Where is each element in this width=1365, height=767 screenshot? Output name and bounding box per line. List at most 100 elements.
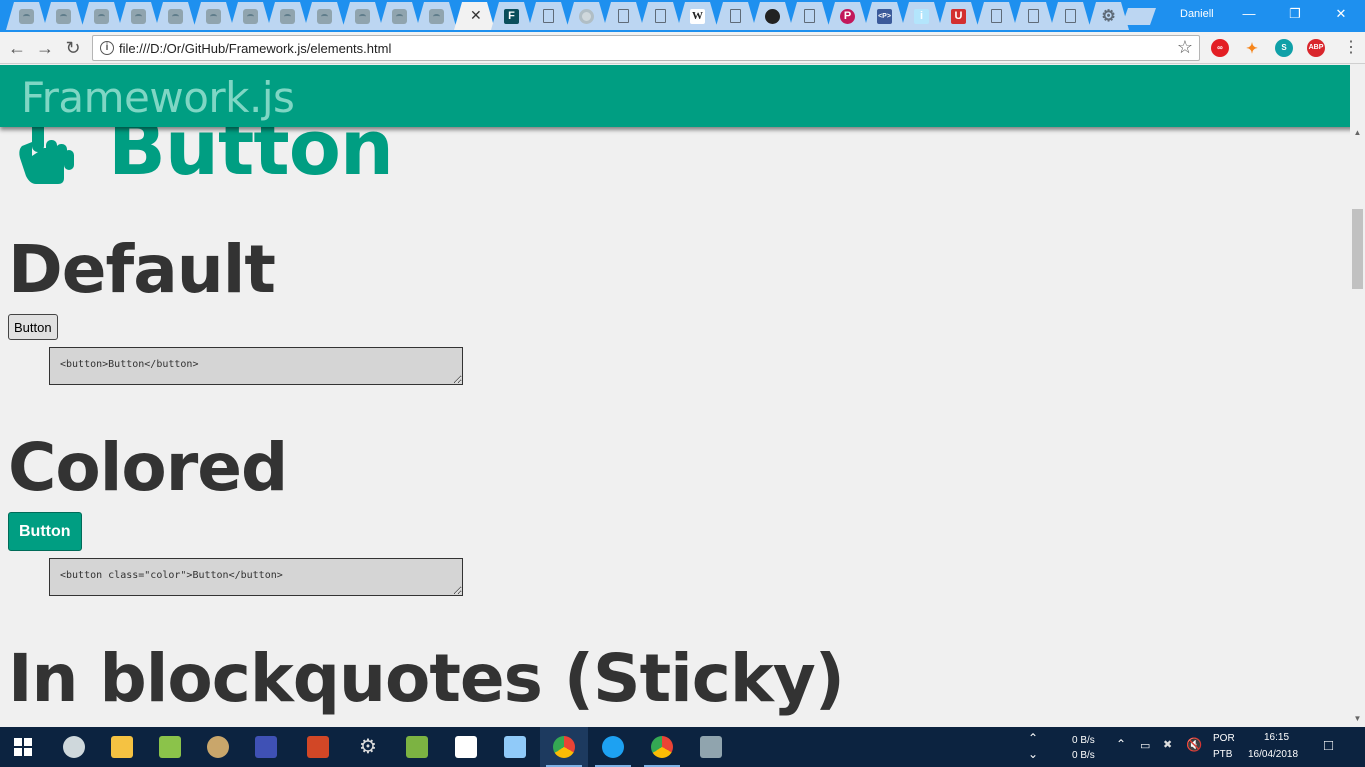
screen: ✕ F W P <P> i U ⚙ Daniell — ❐ ✕ ← → ↻ i file://…: [0, 0, 1365, 767]
page-info-icon[interactable]: i: [100, 41, 114, 55]
github-icon: [765, 9, 780, 24]
restore-button[interactable]: ❐: [1280, 4, 1310, 24]
new-tab-button[interactable]: [1122, 8, 1156, 25]
language-secondary[interactable]: PTB: [1213, 749, 1232, 760]
taskbar-twitter-icon[interactable]: [589, 727, 637, 767]
browser-tab[interactable]: ✕: [454, 2, 495, 30]
taskbar-tool-icon[interactable]: [393, 727, 441, 767]
browser-tab[interactable]: [976, 2, 1017, 30]
app-bar: Framework.js: [0, 65, 1350, 127]
net-speed-down: 0 B/s: [1072, 750, 1095, 761]
taskbar-steam-icon[interactable]: [50, 727, 98, 767]
clock-date[interactable]: 16/04/2018: [1248, 749, 1298, 760]
scrollbar-thumb[interactable]: [1352, 209, 1363, 289]
browser-tab[interactable]: [230, 2, 271, 30]
profile-name[interactable]: Daniell: [1180, 8, 1214, 20]
browser-tab[interactable]: F: [491, 2, 532, 30]
browser-tab[interactable]: [566, 2, 607, 30]
sad-folder-icon: [280, 9, 295, 24]
address-url[interactable]: file:///D:/Or/GitHub/Framework.js/elemen…: [119, 41, 391, 56]
gear-icon: ⚙: [1101, 8, 1116, 25]
browser-tab[interactable]: [1013, 2, 1054, 30]
taskbar-chrome-2-icon[interactable]: [638, 727, 686, 767]
sad-folder-icon: [392, 9, 407, 24]
browser-tab[interactable]: [416, 2, 457, 30]
menu-dots-icon[interactable]: ⋮: [1343, 38, 1359, 58]
browser-tab[interactable]: [43, 2, 84, 30]
reload-icon[interactable]: ↻: [62, 37, 84, 59]
framework-icon: F: [504, 9, 519, 24]
browser-tab[interactable]: [528, 2, 569, 30]
document-icon: [1028, 9, 1039, 23]
wifi-off-icon[interactable]: ✖: [1163, 738, 1172, 751]
scroll-down-arrow-icon[interactable]: ▼: [1353, 714, 1362, 723]
picsart-icon: P: [840, 9, 855, 24]
windows-start-icon[interactable]: [14, 738, 32, 756]
tray-chevron-up-icon[interactable]: ⌃: [1116, 737, 1126, 751]
tray-expand-icon[interactable]: ⌃: [1028, 731, 1038, 745]
tray-collapse-icon[interactable]: ⌄: [1028, 747, 1038, 761]
notifications-icon[interactable]: □: [1324, 737, 1333, 754]
browser-tab[interactable]: [752, 2, 793, 30]
taskbar-powerpoint-icon[interactable]: [294, 727, 342, 767]
taskbar-chrome-icon[interactable]: [540, 727, 588, 767]
ext-teal-icon[interactable]: S: [1275, 39, 1293, 57]
browser-tab[interactable]: [304, 2, 345, 30]
browser-tab[interactable]: i: [901, 2, 942, 30]
browser-tab[interactable]: ⚙: [1088, 2, 1129, 30]
bookmark-star-icon[interactable]: ☆: [1177, 37, 1193, 58]
volume-muted-icon[interactable]: 🔇: [1186, 737, 1202, 753]
browser-tab[interactable]: [342, 2, 383, 30]
browser-tab[interactable]: W: [677, 2, 718, 30]
browser-tab[interactable]: P: [827, 2, 868, 30]
browser-tab[interactable]: <P>: [864, 2, 905, 30]
language-primary[interactable]: POR: [1213, 733, 1235, 744]
document-icon: [543, 9, 554, 23]
browser-tab[interactable]: [193, 2, 234, 30]
browser-tab[interactable]: [267, 2, 308, 30]
taskbar-video-icon[interactable]: [242, 727, 290, 767]
browser-tab[interactable]: [81, 2, 122, 30]
adblock-plus-icon[interactable]: ABP: [1307, 39, 1325, 57]
address-bar[interactable]: i file:///D:/Or/GitHub/Framework.js/elem…: [92, 35, 1200, 61]
taskbar-sticky-notes-icon[interactable]: [442, 727, 490, 767]
browser-tab[interactable]: [640, 2, 681, 30]
minimize-button[interactable]: —: [1234, 4, 1264, 24]
taskbar-network-icon[interactable]: [687, 727, 735, 767]
browser-tab[interactable]: [789, 2, 830, 30]
taskbar-app-icon[interactable]: [491, 727, 539, 767]
browser-tab[interactable]: [1050, 2, 1091, 30]
window-close-button[interactable]: ✕: [1326, 4, 1356, 24]
taskbar-settings-gear-icon[interactable]: ⚙: [344, 727, 392, 767]
taskbar-notepad-icon[interactable]: [146, 727, 194, 767]
section-title-colored: Colored: [8, 429, 288, 506]
default-button[interactable]: Button: [8, 314, 58, 340]
browser-tab[interactable]: [715, 2, 756, 30]
vertical-scrollbar[interactable]: ▲ ▼: [1350, 128, 1365, 727]
forward-arrow-icon[interactable]: →: [34, 37, 56, 59]
sad-folder-icon: [19, 9, 34, 24]
close-icon[interactable]: ✕: [470, 7, 482, 24]
brand-title[interactable]: Framework.js: [21, 73, 295, 122]
code-sample-default[interactable]: <button>Button</button>: [49, 347, 463, 385]
taskbar-paint-icon[interactable]: [194, 727, 242, 767]
document-icon: [1065, 9, 1076, 23]
browser-tab[interactable]: [118, 2, 159, 30]
taskbar-file-explorer-icon[interactable]: [98, 727, 146, 767]
code-sample-colored[interactable]: <button class="color">Button</button>: [49, 558, 463, 596]
tab-strip: ✕ F W P <P> i U ⚙ Daniell — ❐ ✕: [0, 0, 1365, 32]
colored-button[interactable]: Button: [8, 512, 82, 551]
scroll-up-arrow-icon[interactable]: ▲: [1353, 128, 1362, 137]
back-arrow-icon[interactable]: ←: [6, 37, 28, 59]
browser-tab[interactable]: [155, 2, 196, 30]
sad-folder-icon: [168, 9, 183, 24]
ext-red-icon[interactable]: ∞: [1211, 39, 1229, 57]
metamask-fox-icon[interactable]: ✦: [1243, 39, 1261, 57]
browser-tab[interactable]: U: [938, 2, 979, 30]
battery-icon[interactable]: ▭: [1140, 739, 1150, 752]
browser-tab[interactable]: [603, 2, 644, 30]
browser-tab[interactable]: [379, 2, 420, 30]
sad-folder-icon: [355, 9, 370, 24]
clock-time[interactable]: 16:15: [1264, 732, 1289, 743]
browser-tab[interactable]: [6, 2, 47, 30]
